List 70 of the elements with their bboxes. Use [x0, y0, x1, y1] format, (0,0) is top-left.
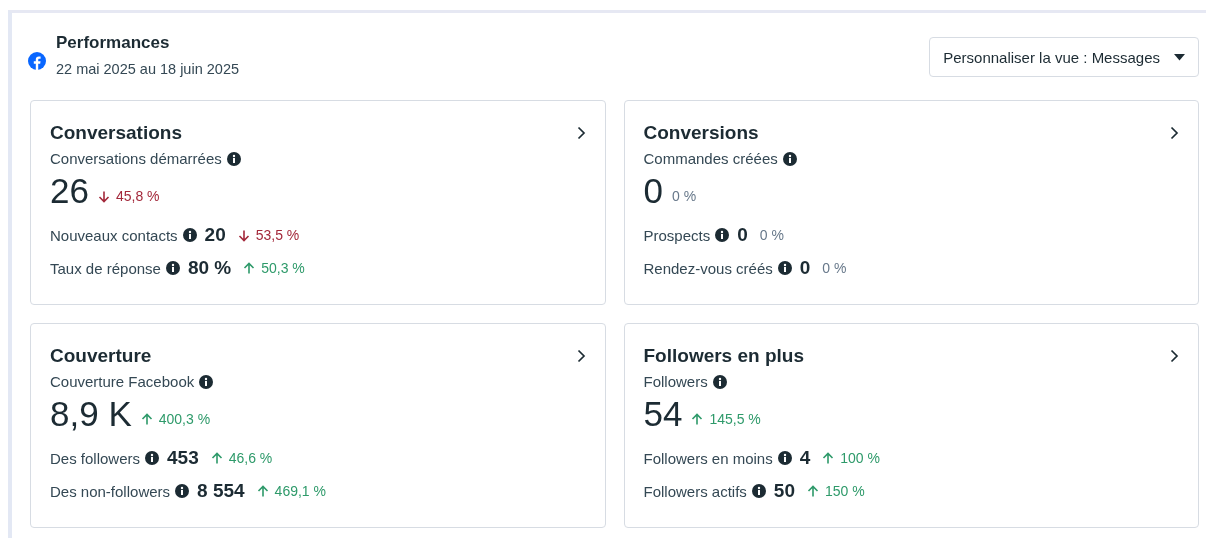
change-percent: 400,3 % — [158, 411, 211, 427]
change-percent: 0 % — [671, 188, 697, 204]
change-percent: 150 % — [825, 483, 865, 499]
metric-value: 54 — [643, 393, 683, 435]
chevron-right-icon[interactable] — [1170, 349, 1179, 363]
metric-value: 8 554 — [197, 480, 245, 502]
card-title: Conversions — [643, 122, 759, 144]
arrow-up-icon — [243, 261, 256, 275]
change-percent: 45,8 % — [115, 188, 160, 204]
change-percent: 50,3 % — [261, 260, 305, 276]
metric-value: 50 — [773, 480, 795, 502]
arrow-down-icon — [237, 228, 250, 242]
metric-label: Couverture Facebook — [50, 373, 195, 390]
metric-label: Des followers — [50, 449, 141, 467]
metric-label: Taux de réponse — [50, 259, 161, 277]
metric-value: 0 — [799, 257, 811, 279]
change-percent: 0 % — [822, 260, 847, 276]
metric-value: 0 — [643, 170, 663, 212]
change-percent: 0 % — [759, 227, 784, 243]
arrow-up-icon — [807, 484, 819, 498]
change-percent: 46,6 % — [228, 450, 273, 466]
metric-value: 0 — [737, 224, 748, 246]
facebook-logo-icon — [28, 52, 46, 70]
metric-value: 4 — [799, 447, 811, 469]
change-percent: 53,5 % — [255, 227, 300, 243]
card-title: Couverture — [50, 345, 152, 367]
date-range: 22 mai 2025 au 18 juin 2025 — [56, 61, 239, 77]
arrow-up-icon — [691, 412, 704, 426]
chevron-right-icon[interactable] — [1170, 126, 1179, 140]
chevron-right-icon[interactable] — [576, 126, 586, 140]
metric-value: 20 — [204, 224, 226, 246]
info-icon[interactable] — [182, 228, 197, 242]
metric-label: Conversations démarrées — [50, 150, 222, 167]
metric-label: Commandes créées — [643, 150, 778, 167]
arrow-up-icon — [210, 451, 223, 465]
metric-value: 80 % — [187, 257, 232, 279]
panel-title: Performances — [56, 33, 171, 53]
metric-label: Followers en moins — [643, 449, 773, 467]
metric-value: 8,9 K — [50, 393, 132, 435]
info-icon[interactable] — [199, 374, 214, 389]
info-icon[interactable] — [145, 451, 160, 465]
info-icon[interactable] — [751, 484, 766, 498]
arrow-up-icon — [822, 451, 835, 465]
info-icon[interactable] — [777, 261, 792, 275]
metric-label: Rendez-vous créés — [643, 259, 773, 277]
metric-value: 26 — [50, 170, 89, 212]
arrow-up-icon — [140, 412, 153, 426]
info-icon[interactable] — [175, 484, 190, 498]
change-percent: 100 % — [840, 450, 880, 466]
change-percent: 145,5 % — [709, 411, 761, 427]
info-icon[interactable] — [782, 151, 797, 166]
caret-down-icon — [1174, 53, 1185, 61]
change-percent: 469,1 % — [274, 483, 326, 499]
arrow-down-icon — [97, 189, 110, 203]
metric-label: Nouveaux contacts — [50, 226, 178, 244]
chevron-right-icon[interactable] — [576, 349, 586, 363]
metric-label: Followers actifs — [643, 482, 747, 500]
metric-value: 453 — [167, 447, 199, 469]
metric-label: Des non-followers — [50, 482, 171, 500]
info-icon[interactable] — [165, 261, 180, 275]
info-icon[interactable] — [226, 151, 241, 166]
info-icon[interactable] — [777, 451, 792, 465]
metric-label: Followers — [643, 373, 708, 390]
info-icon[interactable] — [712, 374, 727, 389]
view-selector-dropdown[interactable]: Personnaliser la vue : Messages — [929, 37, 1199, 77]
arrow-up-icon — [256, 484, 269, 498]
info-icon[interactable] — [715, 228, 730, 242]
card-title: Followers en plus — [643, 345, 804, 367]
metric-label: Prospects — [643, 226, 711, 244]
card-title: Conversations — [50, 122, 182, 144]
